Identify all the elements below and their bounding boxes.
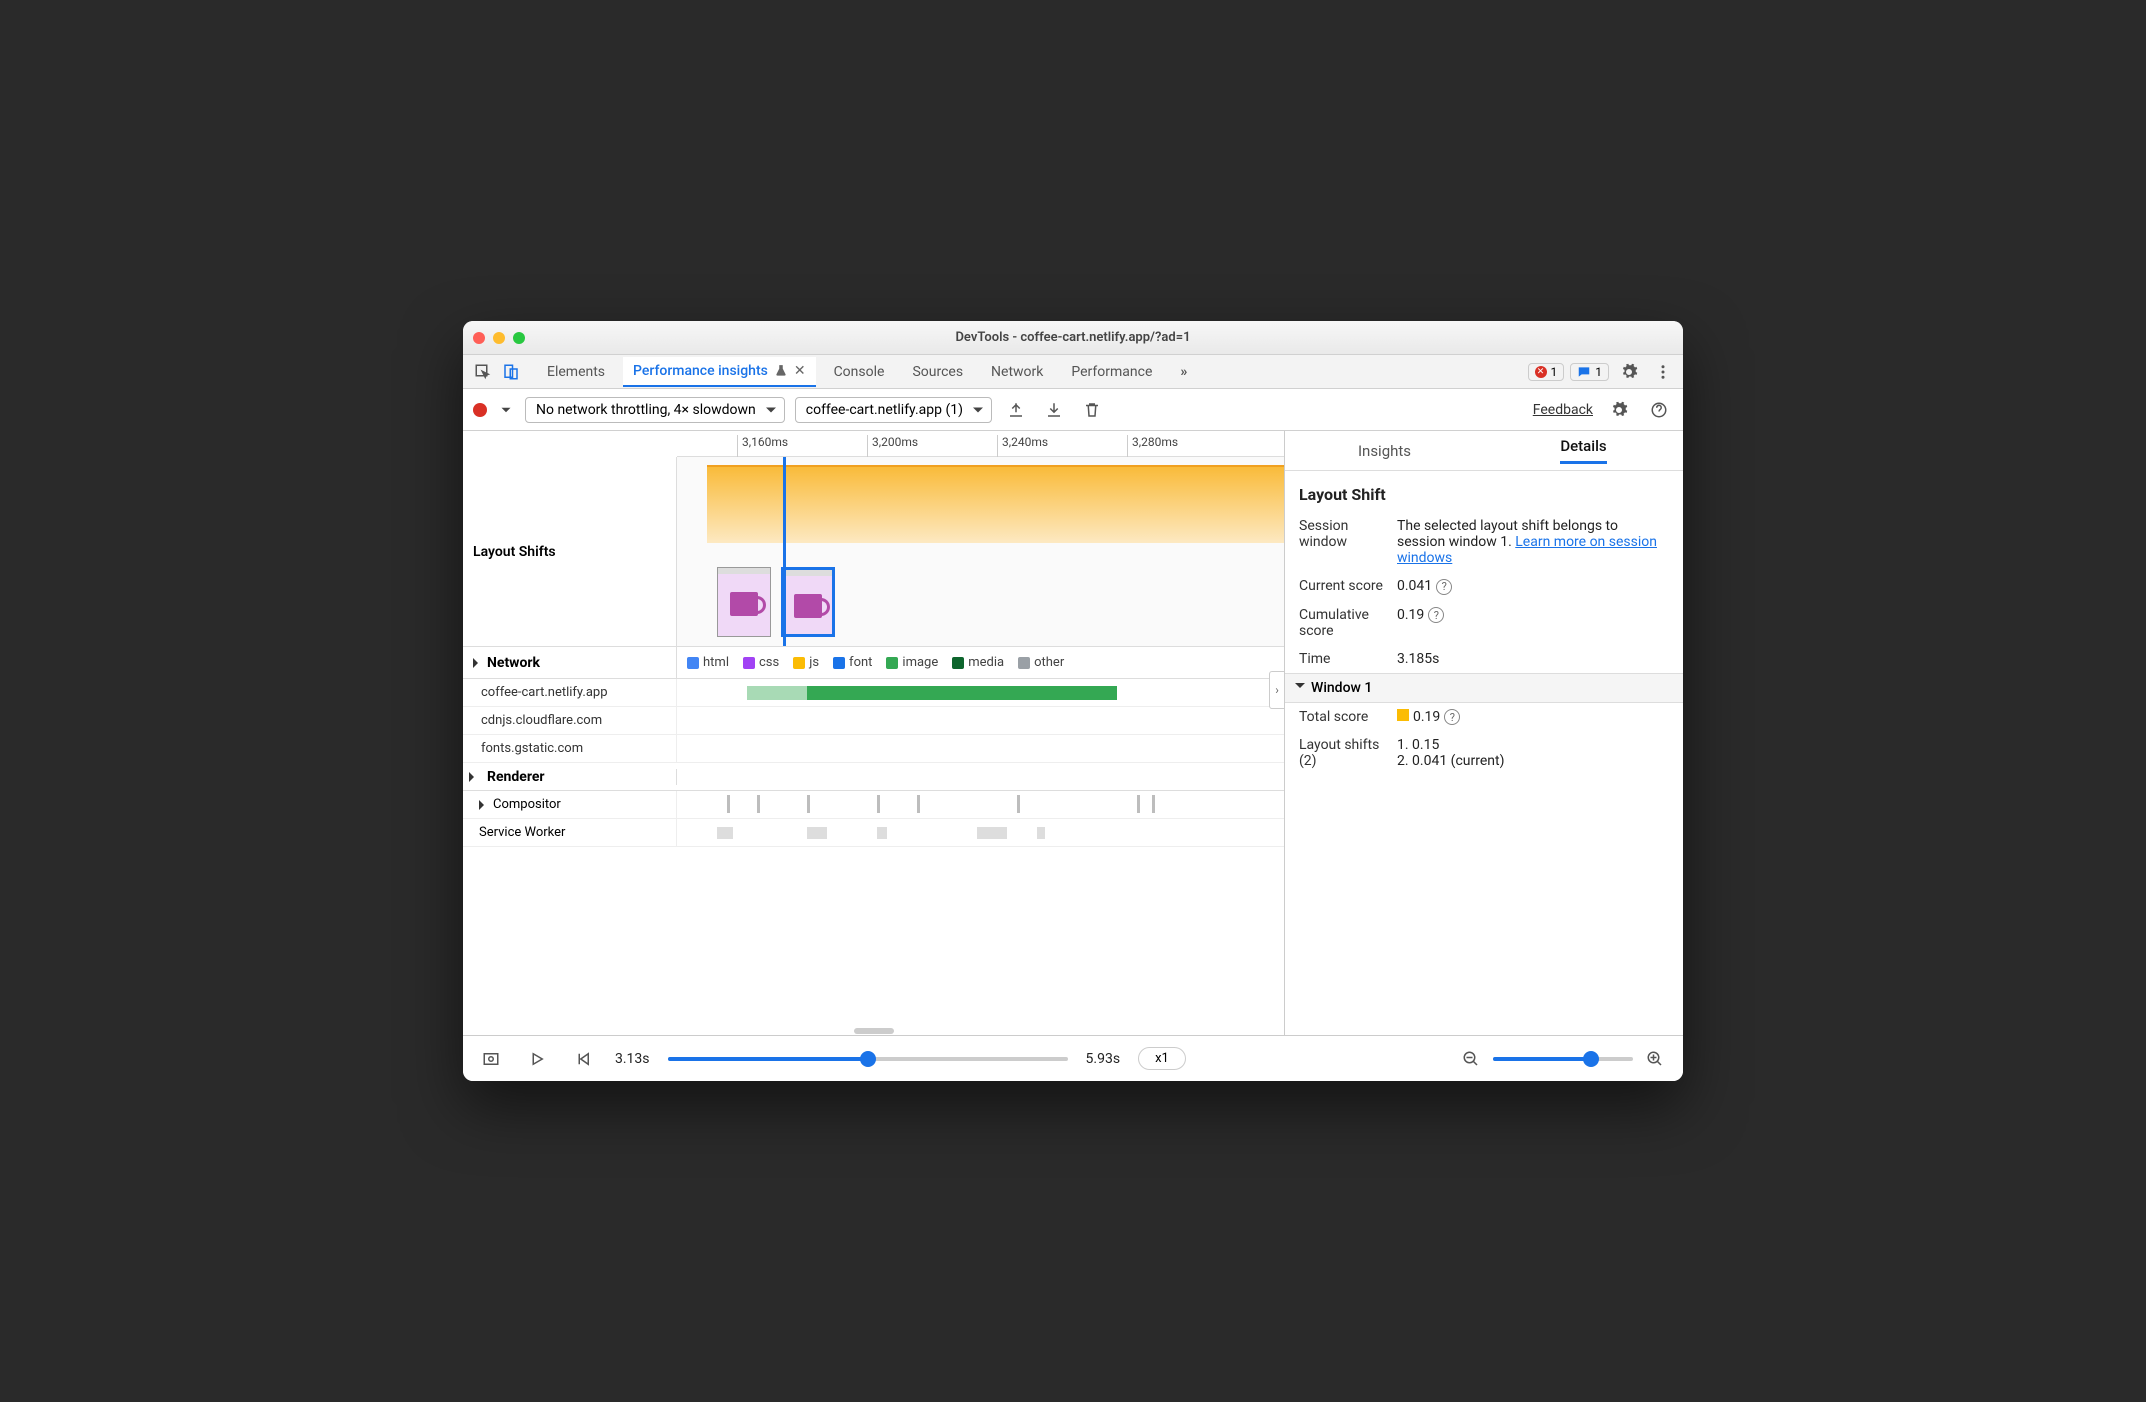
layout-shifts-track[interactable] xyxy=(677,457,1284,646)
settings-icon[interactable] xyxy=(1615,358,1643,386)
network-host-row[interactable]: cdnjs.cloudflare.com xyxy=(463,707,1284,735)
tab-console[interactable]: Console xyxy=(824,357,895,387)
close-tab-icon[interactable]: ✕ xyxy=(794,363,806,379)
score-badge-icon xyxy=(1397,709,1409,721)
messages-badge[interactable]: 1 xyxy=(1570,363,1609,381)
zoom-in-icon[interactable] xyxy=(1641,1045,1669,1073)
message-icon xyxy=(1577,365,1591,379)
total-score-value: 0.19 xyxy=(1413,709,1440,725)
kebab-menu-icon[interactable] xyxy=(1649,358,1677,386)
network-host-row[interactable]: coffee-cart.netlify.app xyxy=(463,679,1284,707)
cumulative-score-label: Cumulative score xyxy=(1299,607,1389,639)
network-section-header[interactable]: Network html css js font image media oth… xyxy=(463,647,1284,679)
errors-badge[interactable]: ✕ 1 xyxy=(1528,363,1565,381)
time-end: 5.93s xyxy=(1086,1051,1121,1067)
help-icon[interactable] xyxy=(1645,396,1673,424)
play-icon[interactable] xyxy=(523,1045,551,1073)
service-worker-row[interactable]: Service Worker xyxy=(463,819,1284,847)
help-icon[interactable]: ? xyxy=(1436,579,1452,595)
tab-insights[interactable]: Insights xyxy=(1285,431,1484,470)
tab-performance[interactable]: Performance xyxy=(1061,357,1162,387)
panel-collapse-icon[interactable]: › xyxy=(1269,671,1285,709)
chevron-right-icon xyxy=(473,658,483,668)
time-start: 3.13s xyxy=(615,1051,650,1067)
help-icon[interactable]: ? xyxy=(1444,709,1460,725)
content-area: 3,160ms 3,200ms 3,240ms 3,280ms Layout S… xyxy=(463,431,1683,1035)
window-section-header[interactable]: Window 1 xyxy=(1285,673,1683,703)
tab-details[interactable]: Details xyxy=(1484,431,1683,470)
feedback-link[interactable]: Feedback xyxy=(1533,402,1593,418)
current-score-value: 0.041 xyxy=(1397,578,1432,594)
tab-network[interactable]: Network xyxy=(981,357,1053,387)
ruler-tick: 3,240ms xyxy=(997,435,1048,457)
network-label: Network xyxy=(463,647,677,678)
error-icon: ✕ xyxy=(1535,366,1547,378)
chevron-right-icon xyxy=(479,800,489,810)
ruler-tick: 3,160ms xyxy=(737,435,788,457)
record-button[interactable] xyxy=(473,403,487,417)
layout-shift-thumbnail-selected[interactable] xyxy=(781,567,835,637)
session-window-bar xyxy=(707,465,1284,543)
zoom-slider[interactable] xyxy=(1493,1057,1633,1061)
playback-slider[interactable] xyxy=(668,1057,1068,1061)
cumulative-score-value: 0.19 xyxy=(1397,607,1424,623)
ruler-tick: 3,280ms xyxy=(1127,435,1178,457)
network-host-row[interactable]: fonts.gstatic.com xyxy=(463,735,1284,763)
tab-performance-insights[interactable]: Performance insights ✕ xyxy=(623,357,816,387)
playhead-line[interactable] xyxy=(783,457,786,646)
ruler-tick: 3,200ms xyxy=(867,435,918,457)
layout-shifts-row: Layout Shifts xyxy=(463,457,1284,647)
page-select[interactable]: coffee-cart.netlify.app (1) xyxy=(795,397,992,423)
total-score-label: Total score xyxy=(1299,709,1389,725)
session-window-label: Session window xyxy=(1299,518,1389,550)
speed-pill[interactable]: x1 xyxy=(1138,1047,1186,1070)
current-score-label: Current score xyxy=(1299,578,1389,594)
layout-shift-item[interactable]: 2. 0.041 (current) xyxy=(1397,753,1669,769)
throttling-select[interactable]: No network throttling, 4× slowdown xyxy=(525,397,785,423)
window-title: DevTools - coffee-cart.netlify.app/?ad=1 xyxy=(463,330,1683,345)
titlebar: DevTools - coffee-cart.netlify.app/?ad=1 xyxy=(463,321,1683,355)
renderer-section-header[interactable]: Renderer xyxy=(463,763,1284,791)
panel-settings-icon[interactable] xyxy=(1605,396,1633,424)
delete-icon[interactable] xyxy=(1078,396,1106,424)
resize-handle[interactable] xyxy=(854,1028,894,1034)
time-label: Time xyxy=(1299,651,1389,667)
record-dropdown-icon[interactable] xyxy=(497,396,515,424)
details-panel: Insights Details Layout Shift Session wi… xyxy=(1285,431,1683,1035)
chevron-down-icon xyxy=(1295,683,1305,693)
playback-bar: 3.13s 5.93s x1 xyxy=(463,1035,1683,1081)
chevron-right-icon xyxy=(469,772,479,782)
inspect-element-icon[interactable] xyxy=(469,358,497,386)
time-value: 3.185s xyxy=(1397,651,1669,667)
tab-elements[interactable]: Elements xyxy=(537,357,615,387)
tabs-overflow-icon[interactable]: » xyxy=(1170,357,1197,387)
import-icon[interactable] xyxy=(1040,396,1068,424)
layout-shift-thumbnail[interactable] xyxy=(717,567,771,637)
zoom-out-icon[interactable] xyxy=(1457,1045,1485,1073)
details-title: Layout Shift xyxy=(1285,477,1683,512)
main-tabs: Elements Performance insights ✕ Console … xyxy=(463,355,1683,389)
insights-toolbar: No network throttling, 4× slowdown coffe… xyxy=(463,389,1683,431)
tab-sources[interactable]: Sources xyxy=(902,357,973,387)
time-ruler[interactable]: 3,160ms 3,200ms 3,240ms 3,280ms xyxy=(677,431,1284,457)
layout-shifts-label: Layout Shifts xyxy=(463,457,677,646)
export-icon[interactable] xyxy=(1002,396,1030,424)
screenshot-toggle-icon[interactable] xyxy=(477,1045,505,1073)
device-toggle-icon[interactable] xyxy=(497,358,525,386)
timeline-panel: 3,160ms 3,200ms 3,240ms 3,280ms Layout S… xyxy=(463,431,1285,1035)
help-icon[interactable]: ? xyxy=(1428,607,1444,623)
network-legend: html css js font image media other xyxy=(677,647,1284,678)
compositor-row[interactable]: Compositor xyxy=(463,791,1284,819)
devtools-window: DevTools - coffee-cart.netlify.app/?ad=1… xyxy=(463,321,1683,1081)
layout-shifts-label: Layout shifts (2) xyxy=(1299,737,1389,769)
rewind-icon[interactable] xyxy=(569,1045,597,1073)
layout-shift-item[interactable]: 1. 0.15 xyxy=(1397,737,1669,753)
session-window-value: The selected layout shift belongs to ses… xyxy=(1397,518,1669,566)
flask-icon xyxy=(774,364,788,378)
